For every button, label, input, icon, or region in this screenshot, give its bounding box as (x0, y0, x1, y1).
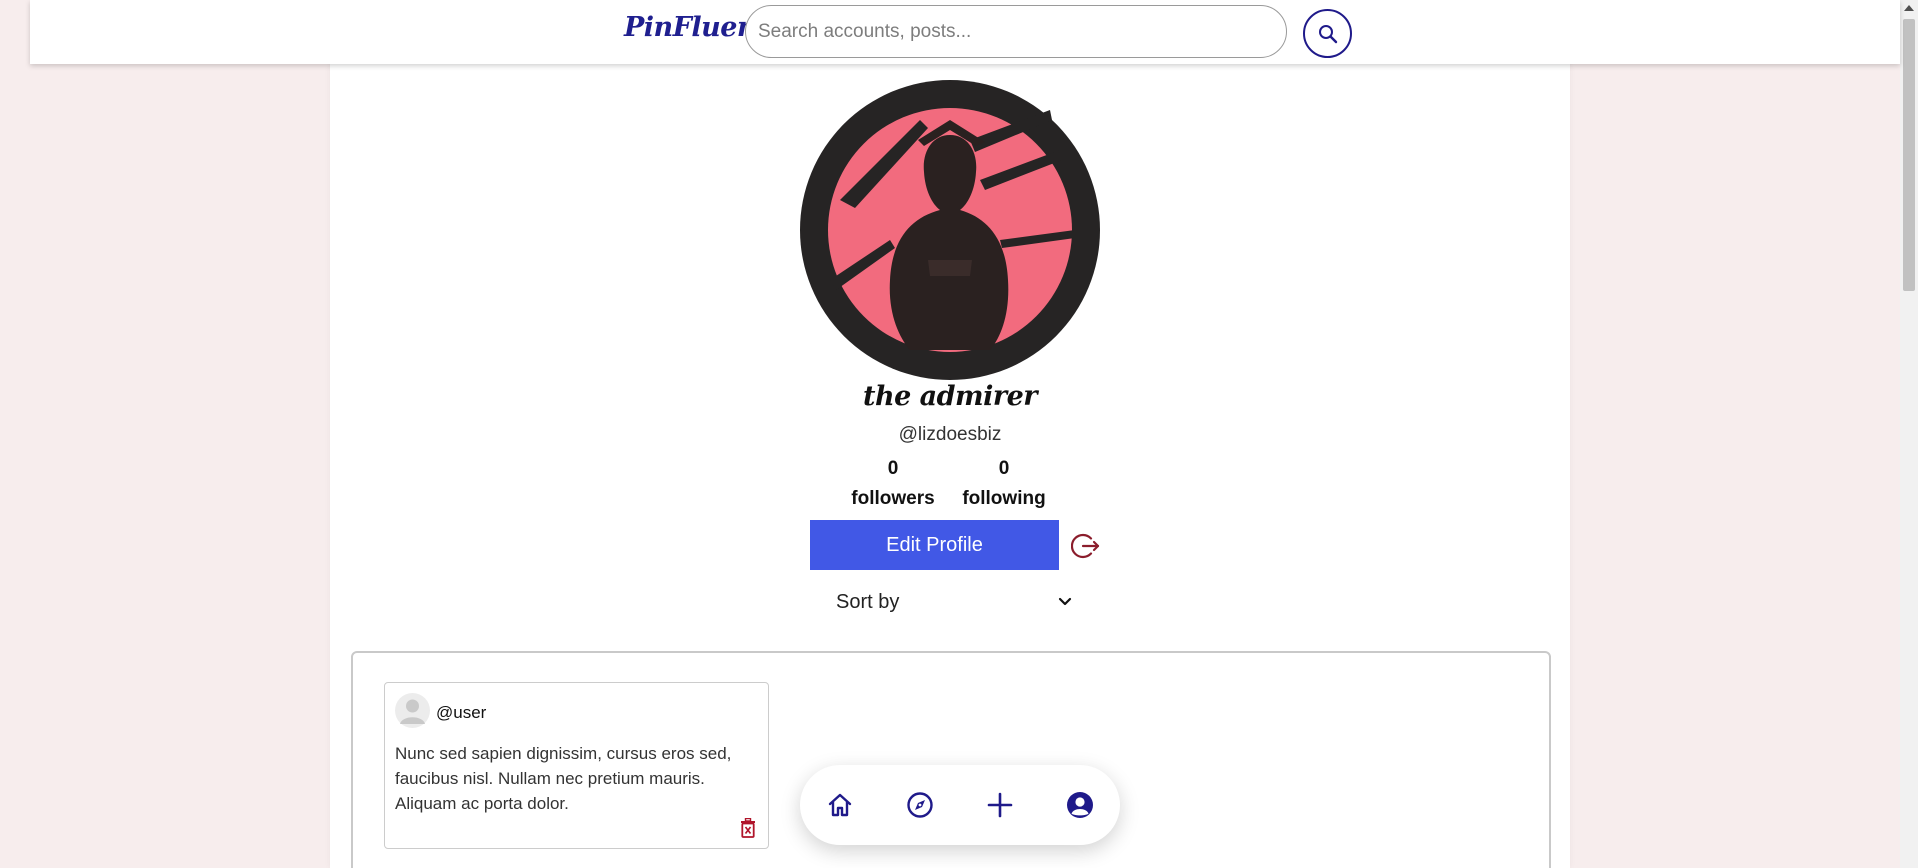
following-stat[interactable]: 0 following (944, 454, 1064, 514)
nav-add-post-button[interactable] (980, 785, 1020, 825)
sort-label: Sort by (836, 590, 900, 613)
profile-card: the admirer @lizdoesbiz 0 followers 0 fo… (330, 56, 1570, 868)
search-button[interactable] (1303, 9, 1352, 58)
display-name: the admirer (862, 381, 1038, 412)
delete-post-button[interactable] (737, 816, 759, 840)
followers-stat[interactable]: 0 followers (833, 454, 953, 514)
nav-explore-button[interactable] (900, 785, 940, 825)
edit-profile-button[interactable]: Edit Profile (810, 520, 1059, 570)
post-text: Nunc sed sapien dignissim, cursus eros s… (395, 744, 732, 813)
compass-icon (907, 792, 933, 818)
scroll-up-arrow[interactable] (1904, 5, 1914, 11)
post-author-handle[interactable]: @user (436, 703, 486, 723)
nav-profile-button[interactable] (1060, 785, 1100, 825)
bottom-navigation (800, 765, 1120, 845)
trash-icon (741, 818, 755, 838)
scrollbar-thumb[interactable] (1903, 19, 1915, 291)
username-handle: @lizdoesbiz (898, 424, 1002, 445)
post-author-avatar (395, 693, 430, 728)
page-scrollbar[interactable] (1900, 0, 1918, 868)
top-navbar: PinFluence (30, 0, 1900, 64)
nav-home-button[interactable] (820, 785, 860, 825)
profile-avatar[interactable] (800, 80, 1100, 380)
logout-icon (1071, 533, 1100, 559)
followers-count: 0 (887, 458, 899, 479)
following-label: following (962, 488, 1046, 509)
sort-dropdown[interactable]: Sort by (830, 582, 1080, 622)
search-icon (1318, 24, 1337, 43)
search-input[interactable] (745, 5, 1287, 58)
plus-icon (987, 792, 1013, 818)
followers-label: followers (851, 488, 935, 509)
chevron-down-icon (1058, 597, 1072, 606)
user-circle-icon (1067, 792, 1093, 818)
home-icon (828, 793, 852, 817)
following-count: 0 (998, 458, 1010, 479)
logout-button[interactable] (1070, 530, 1102, 562)
post-card[interactable]: @user Nunc sed sapien dignissim, cursus … (384, 682, 769, 849)
